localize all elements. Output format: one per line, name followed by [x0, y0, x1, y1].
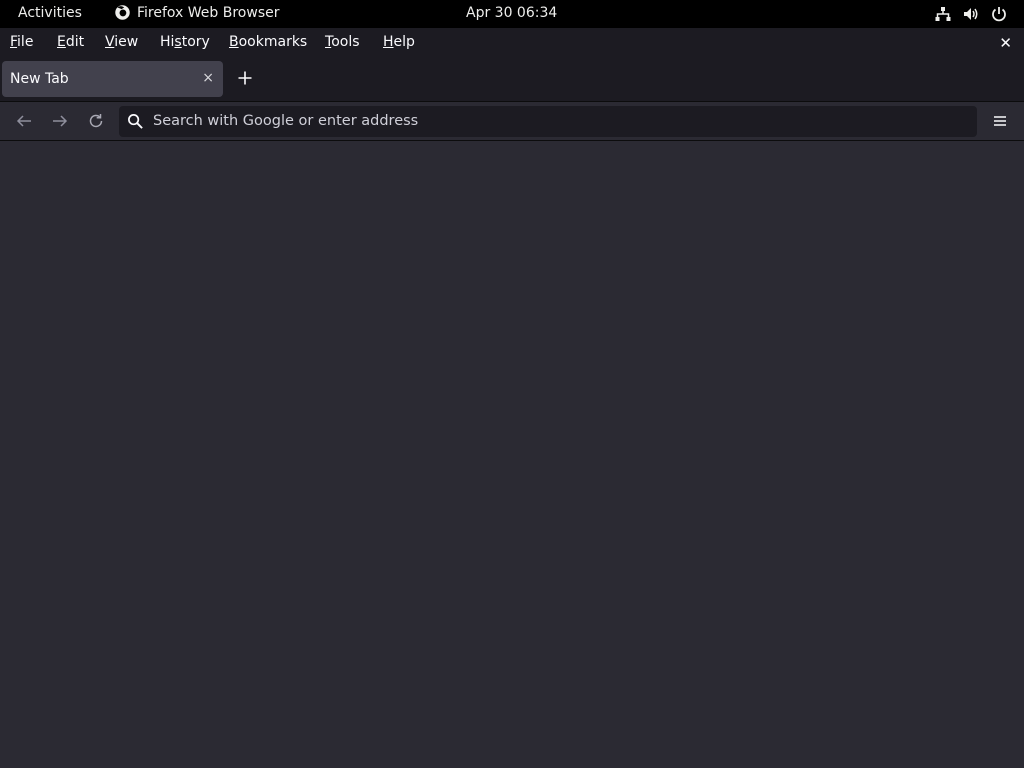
menu-history-rest: tory [181, 34, 210, 50]
system-tray[interactable] [934, 5, 1008, 23]
new-tab-plus-icon[interactable] [235, 68, 255, 88]
menu-view[interactable]: View [105, 34, 138, 50]
clock[interactable]: Apr 30 06:34 [466, 5, 557, 21]
menu-edit-rest: dit [65, 34, 85, 50]
menu-history-mnemonic: s [174, 34, 182, 50]
menu-bookmarks-mnemonic: B [229, 34, 239, 50]
firefox-icon [115, 5, 130, 20]
back-arrow-icon[interactable] [15, 112, 33, 130]
menu-file[interactable]: File [10, 34, 33, 50]
menu-help[interactable]: Help [383, 34, 415, 50]
app-name: Firefox Web Browser [137, 5, 280, 21]
volume-icon[interactable] [962, 5, 980, 23]
menu-bookmarks-rest: ookmarks [238, 34, 308, 50]
menu-edit-mnemonic: E [57, 34, 66, 50]
menu-edit[interactable]: Edit [57, 34, 84, 50]
search-icon [128, 114, 143, 129]
navigation-toolbar: Search with Google or enter address [0, 101, 1024, 141]
power-icon[interactable] [990, 5, 1008, 23]
menu-tools[interactable]: Tools [325, 34, 360, 50]
hamburger-menu-icon[interactable] [992, 113, 1008, 129]
menu-bar: File Edit View History Bookmarks Tools H… [0, 28, 1024, 60]
app-menu-button[interactable]: Firefox Web Browser [114, 5, 280, 21]
address-bar-placeholder: Search with Google or enter address [153, 113, 419, 129]
menu-tools-rest: ools [331, 34, 360, 50]
network-icon[interactable] [934, 5, 952, 23]
menu-history-pre: Hi [160, 34, 175, 50]
window-close-button[interactable]: ✕ [999, 34, 1012, 52]
activities-button[interactable]: Activities [18, 5, 82, 21]
gnome-top-bar: Activities Firefox Web Browser Apr 30 06… [0, 0, 1024, 28]
menu-help-rest: elp [393, 34, 415, 50]
tab-new-tab[interactable]: New Tab × [2, 61, 223, 97]
tab-close-icon[interactable]: × [202, 70, 214, 86]
menu-view-mnemonic: V [105, 34, 115, 50]
menu-bookmarks[interactable]: Bookmarks [229, 34, 307, 50]
tab-strip: New Tab × [0, 60, 1024, 101]
menu-help-mnemonic: H [383, 34, 394, 50]
forward-arrow-icon[interactable] [51, 112, 69, 130]
menu-file-rest: ile [17, 34, 34, 50]
menu-file-mnemonic: F [10, 34, 18, 50]
reload-icon[interactable] [87, 112, 105, 130]
page-content-area[interactable] [0, 142, 1024, 768]
address-bar[interactable]: Search with Google or enter address [119, 106, 977, 137]
tab-title: New Tab [10, 71, 69, 87]
menu-history[interactable]: History [160, 34, 210, 50]
menu-view-rest: iew [114, 34, 139, 50]
